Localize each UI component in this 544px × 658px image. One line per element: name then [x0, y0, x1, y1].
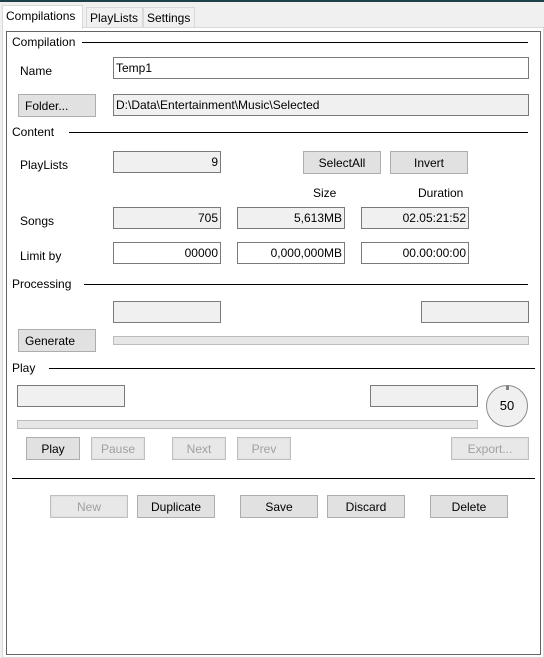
- tab-compilations[interactable]: Compilations: [2, 5, 83, 29]
- name-input[interactable]: Temp1: [113, 57, 529, 79]
- volume-knob[interactable]: 50: [486, 385, 528, 427]
- invert-button[interactable]: Invert: [390, 151, 468, 174]
- processing-status-right: [421, 301, 529, 323]
- processing-status-left: [113, 301, 221, 323]
- window-top-border: [0, 0, 544, 2]
- play-button[interactable]: Play: [26, 437, 80, 460]
- select-all-button[interactable]: SelectAll: [303, 151, 381, 174]
- save-button[interactable]: Save: [240, 495, 318, 518]
- discard-button[interactable]: Discard: [327, 495, 405, 518]
- processing-section-label: Processing: [12, 277, 76, 291]
- next-button[interactable]: Next: [172, 437, 226, 460]
- processing-divider: [84, 284, 528, 285]
- tab-page-compilations: Compilation Name Temp1 Folder... D:\Data…: [2, 27, 544, 658]
- duration-header: Duration: [418, 186, 464, 200]
- new-button[interactable]: New: [50, 495, 128, 518]
- actions-divider: [12, 478, 535, 479]
- content-divider: [69, 132, 528, 133]
- content-section-label: Content: [12, 125, 59, 139]
- pause-button[interactable]: Pause: [91, 437, 145, 460]
- compilation-panel: Compilation Name Temp1 Folder... D:\Data…: [6, 31, 541, 655]
- tab-playlists[interactable]: PlayLists: [86, 7, 143, 28]
- processing-progress-bar: [113, 336, 529, 345]
- folder-button[interactable]: Folder...: [18, 94, 96, 117]
- generate-button[interactable]: Generate: [18, 329, 96, 352]
- limit-size-input[interactable]: 0,000,000MB: [237, 242, 345, 264]
- folder-path-field: D:\Data\Entertainment\Music\Selected: [113, 94, 529, 116]
- delete-button[interactable]: Delete: [430, 495, 508, 518]
- name-label: Name: [20, 64, 53, 78]
- playlists-count-field: 9: [113, 151, 221, 173]
- limit-duration-input[interactable]: 00.00:00:00: [361, 242, 469, 264]
- play-progress-bar[interactable]: [17, 420, 478, 429]
- play-divider: [49, 368, 535, 369]
- limit-count-input[interactable]: 00000: [113, 242, 221, 264]
- export-button[interactable]: Export...: [451, 437, 529, 460]
- limit-by-label: Limit by: [20, 249, 62, 263]
- tab-settings[interactable]: Settings: [143, 7, 195, 28]
- play-status-right: [370, 385, 478, 407]
- playlists-label: PlayLists: [20, 158, 69, 172]
- songs-size-field: 5,613MB: [237, 207, 345, 229]
- songs-count-field: 705: [113, 207, 221, 229]
- compilation-divider: [82, 42, 528, 43]
- compilation-section-label: Compilation: [12, 35, 80, 49]
- songs-duration-field: 02.05:21:52: [361, 207, 469, 229]
- volume-knob-indicator: [506, 386, 509, 390]
- prev-button[interactable]: Prev: [237, 437, 291, 460]
- songs-label: Songs: [20, 214, 55, 228]
- volume-value: 50: [499, 398, 515, 413]
- duplicate-button[interactable]: Duplicate: [137, 495, 215, 518]
- play-section-label: Play: [12, 361, 40, 375]
- size-header: Size: [313, 186, 337, 200]
- play-status-left: [17, 385, 125, 407]
